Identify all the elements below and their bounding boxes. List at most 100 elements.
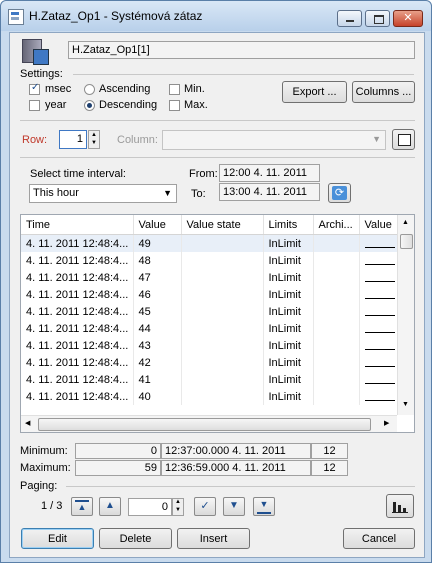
cell-value-state: [181, 337, 264, 354]
min-label: Min.: [184, 83, 205, 95]
chevron-down-icon: ▼: [163, 188, 172, 198]
row-spinner[interactable]: ▲ ▼: [88, 130, 100, 149]
page-offset-input[interactable]: 0: [128, 498, 172, 516]
cell-value: 48: [133, 252, 182, 269]
table-row[interactable]: 4. 11. 2011 12:48:4... 42 InLimit: [21, 354, 400, 371]
chevron-down-icon: ▼: [91, 140, 97, 146]
scroll-right-icon[interactable]: ▶: [384, 419, 389, 427]
cell-time: 4. 11. 2011 12:48:4...: [21, 388, 134, 405]
year-checkbox[interactable]: [29, 100, 40, 111]
next-page-button[interactable]: ▼: [223, 497, 245, 516]
descending-radio[interactable]: [84, 100, 95, 111]
cancel-button[interactable]: Cancel: [343, 528, 415, 549]
col-limits-header[interactable]: Limits: [263, 215, 314, 235]
ascending-radio[interactable]: [84, 84, 95, 95]
column-dropdown[interactable]: ▼: [162, 130, 386, 150]
table-row[interactable]: 4. 11. 2011 12:48:4... 49 InLimit: [21, 234, 400, 252]
msec-checkbox[interactable]: ✓: [29, 82, 40, 95]
table-row[interactable]: 4. 11. 2011 12:48:4... 48 InLimit: [21, 252, 400, 269]
settings-label: Settings:: [20, 68, 63, 80]
table-row[interactable]: 4. 11. 2011 12:48:4... 45 InLimit: [21, 303, 400, 320]
maximum-time: 12:36:59.000 4. 11. 2011: [161, 460, 311, 476]
save-icon-button[interactable]: [392, 129, 415, 150]
cell-value-state: [181, 303, 264, 320]
vertical-scroll-thumb[interactable]: [400, 234, 413, 249]
bar-chart-icon: [392, 502, 408, 513]
cell-value2: [359, 371, 400, 388]
col-value-state-header[interactable]: Value state: [181, 215, 264, 235]
cell-value-state: [181, 234, 264, 252]
scroll-up-icon[interactable]: ▲: [402, 219, 409, 226]
chevron-down-icon: ▼: [175, 507, 181, 513]
table-row[interactable]: 4. 11. 2011 12:48:4... 44 InLimit: [21, 320, 400, 337]
row-input[interactable]: 1: [59, 130, 87, 149]
interval-dropdown-value: This hour: [33, 187, 79, 199]
scroll-left-icon[interactable]: ◀: [25, 419, 30, 427]
refresh-button[interactable]: ⟳: [328, 183, 351, 203]
prev-page-button[interactable]: ▲: [99, 497, 121, 516]
export-button[interactable]: Export ...: [282, 81, 347, 103]
window-title: H.Zataz_Op1 - Systémová zátaz: [29, 9, 203, 23]
interval-label: Select time interval:: [30, 168, 126, 180]
data-table: Time Value Value state Limits Archi... V…: [20, 214, 415, 433]
minimum-value: 0: [75, 443, 161, 459]
scroll-down-icon[interactable]: ▼: [402, 401, 409, 408]
minimize-button[interactable]: [337, 10, 362, 27]
to-field[interactable]: 13:00 4. 11. 2011: [219, 183, 320, 201]
col-value-header[interactable]: Value: [133, 215, 182, 235]
cell-limits: InLimit: [263, 337, 314, 354]
maximum-count: 12: [311, 460, 348, 476]
cell-limits: InLimit: [263, 320, 314, 337]
close-icon: ✕: [403, 12, 413, 24]
cell-value2: [359, 388, 400, 405]
col-time-header[interactable]: Time: [21, 215, 134, 235]
vertical-scrollbar[interactable]: ▲ ▼: [397, 215, 414, 415]
dialog-window: H.Zataz_Op1 - Systémová zátaz ✕ H.Zataz_…: [0, 0, 432, 563]
cell-time: 4. 11. 2011 12:48:4...: [21, 252, 134, 269]
chevron-up-icon: ▲: [105, 500, 115, 511]
maximize-button[interactable]: [365, 10, 390, 27]
cell-limits: InLimit: [263, 234, 314, 252]
floppy-icon: [398, 134, 411, 146]
cell-limits: InLimit: [263, 388, 314, 405]
delete-button[interactable]: Delete: [99, 528, 172, 549]
dialog-client: H.Zataz_Op1[1] Settings: ✓ msec year Asc…: [9, 32, 425, 558]
cell-value2: [359, 234, 400, 252]
cell-archive: [313, 303, 360, 320]
first-page-button[interactable]: ▲: [71, 497, 93, 516]
cell-value-state: [181, 320, 264, 337]
offset-spinner[interactable]: ▲ ▼: [172, 498, 184, 516]
table-row[interactable]: 4. 11. 2011 12:48:4... 43 InLimit: [21, 337, 400, 354]
max-checkbox[interactable]: [169, 100, 180, 111]
insert-button[interactable]: Insert: [177, 528, 250, 549]
cell-time: 4. 11. 2011 12:48:4...: [21, 354, 134, 371]
object-icon: [19, 37, 49, 65]
close-button[interactable]: ✕: [393, 10, 423, 27]
table-row[interactable]: 4. 11. 2011 12:48:4... 47 InLimit: [21, 269, 400, 286]
max-label: Max.: [184, 99, 208, 111]
min-checkbox[interactable]: [169, 84, 180, 95]
title-bar[interactable]: H.Zataz_Op1 - Systémová zátaz ✕: [1, 1, 431, 31]
cell-value-state: [181, 354, 264, 371]
horizontal-scrollbar[interactable]: ◀ ▶: [21, 415, 397, 432]
last-page-button[interactable]: ▼: [253, 497, 275, 516]
col-archive-header[interactable]: Archi...: [313, 215, 360, 235]
col-value2-header[interactable]: Value: [359, 215, 400, 235]
columns-button[interactable]: Columns ...: [352, 81, 415, 103]
horizontal-scroll-thumb[interactable]: [38, 418, 371, 431]
cell-archive: [313, 371, 360, 388]
table-row[interactable]: 4. 11. 2011 12:48:4... 46 InLimit: [21, 286, 400, 303]
table-row[interactable]: 4. 11. 2011 12:48:4... 40 InLimit: [21, 388, 400, 405]
cell-value2: [359, 269, 400, 286]
paging-divider: [66, 486, 415, 487]
cell-limits: InLimit: [263, 303, 314, 320]
from-field[interactable]: 12:00 4. 11. 2011: [219, 164, 320, 182]
ascending-label: Ascending: [99, 83, 151, 95]
edit-button[interactable]: Edit: [21, 528, 94, 549]
chart-button[interactable]: [386, 494, 414, 518]
interval-dropdown[interactable]: This hour ▼: [29, 184, 177, 203]
cell-archive: [313, 388, 360, 405]
cell-limits: InLimit: [263, 252, 314, 269]
table-row[interactable]: 4. 11. 2011 12:48:4... 41 InLimit: [21, 371, 400, 388]
apply-offset-button[interactable]: ✓: [194, 497, 216, 516]
